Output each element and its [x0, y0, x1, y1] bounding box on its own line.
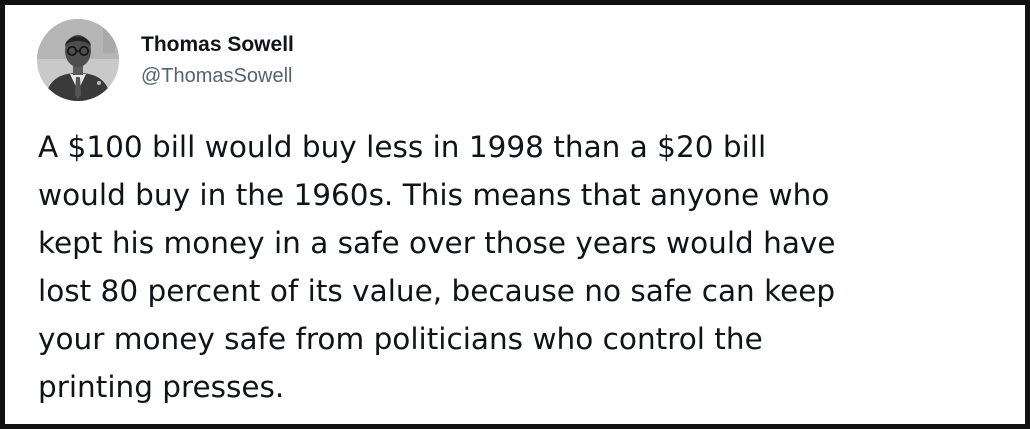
tweet-text-line: printing presses.	[38, 370, 285, 404]
avatar[interactable]	[37, 19, 119, 101]
tweet-text-line: lost 80 percent of its value, because no…	[38, 274, 836, 308]
tweet-text-line: A $100 bill would buy less in 1998 than …	[38, 130, 767, 164]
tweet-text-line: would buy in the 1960s. This means that …	[38, 178, 830, 212]
tweet-text: A $100 bill would buy less in 1998 than …	[38, 123, 1013, 411]
tweet-text-line: kept his money in a safe over those year…	[38, 226, 836, 260]
profile-photo-avatar-icon	[37, 19, 119, 101]
tweet-text-line: your money safe from politicians who con…	[38, 322, 763, 356]
author-display-name[interactable]: Thomas Sowell	[141, 33, 294, 57]
author-handle[interactable]: @ThomasSowell	[141, 65, 292, 88]
tweet-card: Thomas Sowell @ThomasSowell A $100 bill …	[0, 0, 1030, 429]
